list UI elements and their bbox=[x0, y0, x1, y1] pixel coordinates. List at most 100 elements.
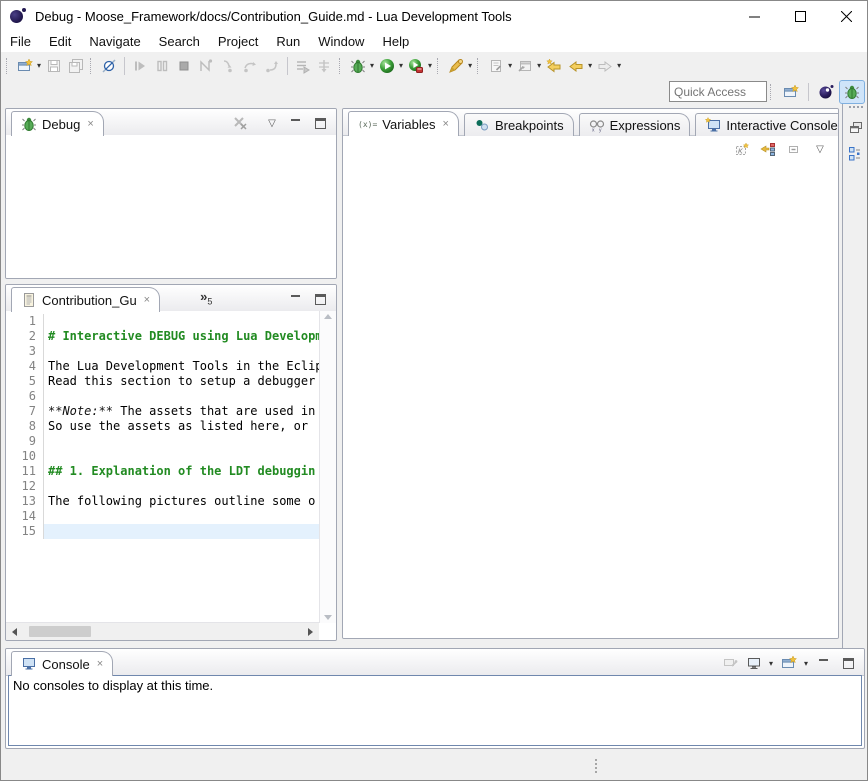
debug-view-content[interactable] bbox=[6, 135, 336, 278]
profile-dropdown[interactable]: ▾ bbox=[428, 61, 432, 70]
back-button[interactable] bbox=[565, 55, 587, 77]
trim-drag-handle[interactable] bbox=[849, 106, 863, 113]
toolbar-grip[interactable] bbox=[339, 58, 344, 74]
show-type-names-button[interactable]: K bbox=[732, 140, 752, 158]
back-dropdown[interactable]: ▾ bbox=[588, 61, 592, 70]
code-line[interactable] bbox=[44, 449, 319, 464]
external-tools-dropdown[interactable]: ▾ bbox=[468, 61, 472, 70]
close-icon[interactable]: × bbox=[97, 658, 103, 670]
pencil-document-dropdown[interactable]: ▾ bbox=[508, 61, 512, 70]
skip-all-breakpoints-button[interactable] bbox=[98, 55, 120, 77]
step-over-button[interactable] bbox=[239, 55, 261, 77]
pencil-document-button[interactable] bbox=[485, 55, 507, 77]
code-line[interactable]: The Lua Development Tools in the Eclip bbox=[44, 359, 319, 374]
maximize-view-button[interactable] bbox=[310, 290, 330, 308]
window-maximize-button[interactable] bbox=[777, 1, 823, 31]
scroll-left-arrow[interactable] bbox=[12, 628, 17, 636]
more-editors-button[interactable]: »5 bbox=[200, 289, 212, 307]
editor-line[interactable]: 13The following pictures outline some o bbox=[6, 494, 319, 509]
tab-variables[interactable]: (x)= Variables × bbox=[348, 111, 459, 136]
toolbar-grip[interactable] bbox=[6, 58, 11, 74]
new-wizard-button[interactable] bbox=[14, 55, 36, 77]
open-perspective-button[interactable] bbox=[778, 80, 804, 104]
run-dropdown[interactable]: ▾ bbox=[399, 61, 403, 70]
editor-line[interactable]: 9 bbox=[6, 434, 319, 449]
show-logical-structures-button[interactable] bbox=[758, 140, 778, 158]
open-console-button[interactable] bbox=[779, 654, 799, 672]
scroll-up-arrow[interactable] bbox=[324, 314, 332, 319]
tab-breakpoints[interactable]: Breakpoints bbox=[464, 113, 574, 136]
code-line[interactable]: So use the assets as listed here, or bbox=[44, 419, 319, 434]
suspend-button[interactable] bbox=[151, 55, 173, 77]
save-button[interactable] bbox=[43, 55, 65, 77]
tab-console[interactable]: Console × bbox=[11, 651, 113, 676]
use-step-filters-button[interactable] bbox=[292, 55, 314, 77]
code-line[interactable]: **Note:** The assets that are used in bbox=[44, 404, 319, 419]
remove-all-terminated-button[interactable] bbox=[230, 114, 250, 132]
window-minimize-button[interactable] bbox=[731, 1, 777, 31]
import-window-button[interactable] bbox=[514, 55, 536, 77]
debug-dropdown[interactable]: ▾ bbox=[370, 61, 374, 70]
editor-text-area[interactable]: 12 # Interactive DEBUG using Lua Developm… bbox=[6, 311, 319, 623]
new-wizard-dropdown[interactable]: ▾ bbox=[37, 61, 41, 70]
current-line[interactable] bbox=[44, 524, 319, 539]
code-line[interactable]: ## 1. Explanation of the LDT debuggin bbox=[44, 464, 319, 479]
editor-line[interactable]: 8So use the assets as listed here, or bbox=[6, 419, 319, 434]
menu-edit[interactable]: Edit bbox=[40, 32, 80, 51]
code-line[interactable] bbox=[44, 479, 319, 494]
run-button[interactable] bbox=[376, 55, 398, 77]
restore-view-button[interactable] bbox=[846, 119, 866, 137]
step-into-button[interactable] bbox=[217, 55, 239, 77]
menu-search[interactable]: Search bbox=[150, 32, 209, 51]
editor-line[interactable]: 5Read this section to setup a debugger bbox=[6, 374, 319, 389]
code-line[interactable]: The following pictures outline some o bbox=[44, 494, 319, 509]
editor-line[interactable]: 6 bbox=[6, 389, 319, 404]
resume-button[interactable] bbox=[129, 55, 151, 77]
editor-line[interactable]: 10 bbox=[6, 449, 319, 464]
editor-line[interactable]: 2# Interactive DEBUG using Lua Developm bbox=[6, 329, 319, 344]
menu-file[interactable]: File bbox=[1, 32, 40, 51]
toolbar-grip[interactable] bbox=[90, 58, 95, 74]
toolbar-grip[interactable] bbox=[477, 58, 482, 74]
profile-button[interactable] bbox=[405, 55, 427, 77]
console-content[interactable]: No consoles to display at this time. bbox=[8, 675, 862, 746]
close-icon[interactable]: × bbox=[144, 294, 150, 306]
save-all-button[interactable] bbox=[65, 55, 87, 77]
pin-console-button[interactable] bbox=[720, 654, 740, 672]
last-edit-location-button[interactable] bbox=[543, 55, 565, 77]
tab-expressions[interactable]: xy Expressions bbox=[579, 113, 691, 136]
code-line[interactable] bbox=[44, 434, 319, 449]
minimize-view-button[interactable] bbox=[814, 654, 834, 672]
close-icon[interactable]: × bbox=[87, 118, 93, 130]
menu-navigate[interactable]: Navigate bbox=[80, 32, 149, 51]
import-window-dropdown[interactable]: ▾ bbox=[537, 61, 541, 70]
editor-line[interactable]: 4The Lua Development Tools in the Eclip bbox=[6, 359, 319, 374]
window-close-button[interactable] bbox=[823, 1, 868, 31]
editor-vertical-scrollbar[interactable] bbox=[319, 311, 336, 623]
editor-line[interactable]: 11## 1. Explanation of the LDT debuggin bbox=[6, 464, 319, 479]
maximize-view-button[interactable] bbox=[838, 654, 858, 672]
code-line[interactable] bbox=[44, 314, 319, 329]
menu-window[interactable]: Window bbox=[309, 32, 373, 51]
view-menu-button[interactable]: ▽ bbox=[810, 140, 830, 158]
toolbar-grip[interactable] bbox=[770, 84, 775, 100]
drop-to-frame-button[interactable] bbox=[314, 55, 336, 77]
code-line[interactable]: Read this section to setup a debugger bbox=[44, 374, 319, 389]
code-line[interactable] bbox=[44, 344, 319, 359]
open-console-dropdown[interactable]: ▾ bbox=[804, 659, 808, 668]
tab-debug[interactable]: Debug × bbox=[11, 111, 104, 136]
code-line[interactable] bbox=[44, 389, 319, 404]
terminate-button[interactable] bbox=[173, 55, 195, 77]
editor-line[interactable]: 15 bbox=[6, 524, 319, 539]
scroll-right-arrow[interactable] bbox=[308, 628, 313, 636]
maximize-view-button[interactable] bbox=[310, 114, 330, 132]
collapse-all-button[interactable] bbox=[784, 140, 804, 158]
forward-dropdown[interactable]: ▾ bbox=[617, 61, 621, 70]
disconnect-button[interactable] bbox=[195, 55, 217, 77]
menu-run[interactable]: Run bbox=[267, 32, 309, 51]
scrollbar-thumb[interactable] bbox=[29, 626, 91, 637]
tab-contribution-guide[interactable]: Contribution_Gu × bbox=[11, 287, 160, 312]
close-icon[interactable]: × bbox=[443, 118, 449, 130]
editor-line[interactable]: 12 bbox=[6, 479, 319, 494]
code-line[interactable]: # Interactive DEBUG using Lua Developm bbox=[44, 329, 319, 344]
